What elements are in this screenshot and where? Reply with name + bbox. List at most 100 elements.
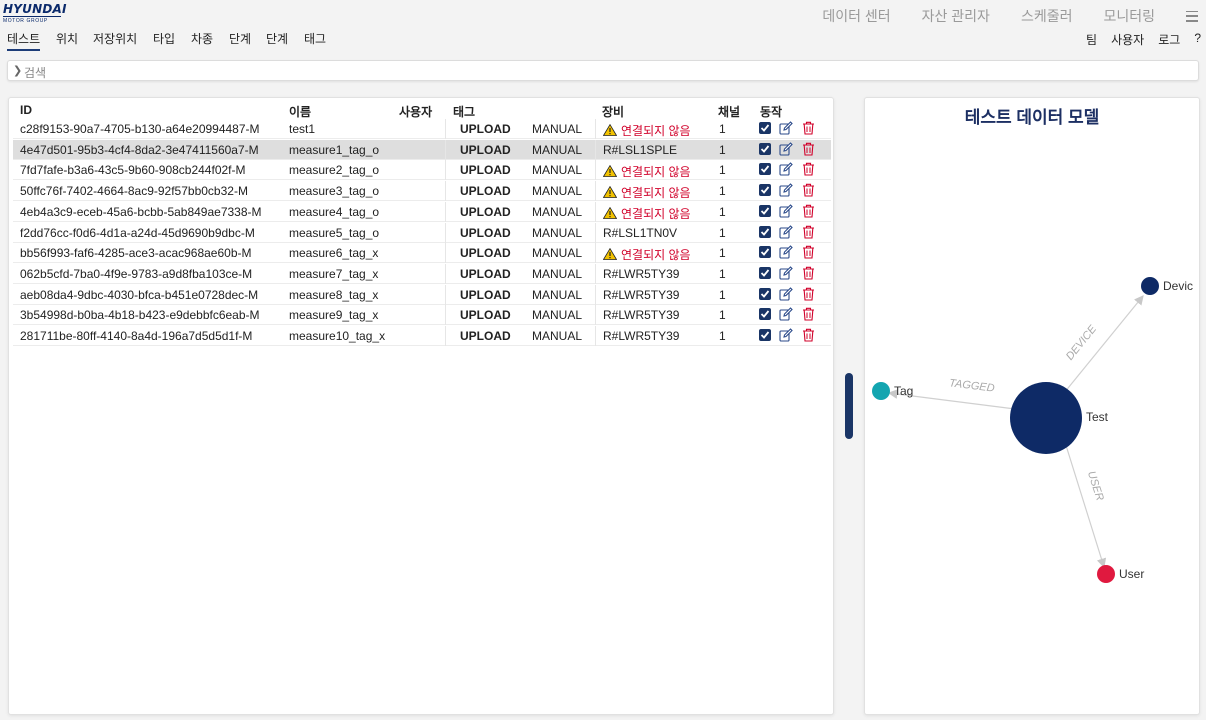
edit-icon[interactable] xyxy=(779,328,793,342)
node-test[interactable] xyxy=(1010,382,1082,454)
cell-device: R#LWR5TY39 xyxy=(603,308,680,323)
topnav-monitoring[interactable]: 모니터링 xyxy=(1103,6,1155,26)
col-header-device[interactable]: 장비 xyxy=(602,103,624,120)
edit-icon[interactable] xyxy=(779,141,793,156)
menu-icon[interactable] xyxy=(1186,10,1198,22)
edit-icon[interactable] xyxy=(779,266,793,280)
tab-storage[interactable]: 저장위치 xyxy=(93,31,137,51)
delete-icon[interactable] xyxy=(802,245,815,259)
topnav-scheduler[interactable]: 스케줄러 xyxy=(1021,6,1073,26)
table-row[interactable]: bb56f993-faf6-4285-ace3-acac968ae60b-M me… xyxy=(13,243,831,264)
cell-device: 연결되지 않음 xyxy=(603,184,691,201)
device-status-text: 연결되지 않음 xyxy=(621,186,691,201)
delete-icon[interactable] xyxy=(802,162,815,176)
table-row[interactable]: 4eb4a3c9-eceb-45a6-bcbb-5ab849ae7338-M me… xyxy=(13,201,831,222)
tab-type[interactable]: 타입 xyxy=(153,31,175,51)
tab-stage-1[interactable]: 단계 xyxy=(229,31,251,51)
hyundai-logo[interactable]: HYUNDAI MOTOR GROUP xyxy=(3,3,66,24)
tab-bar: 테스트 위치 저장위치 타입 차종 단계 단계 태그 xyxy=(0,31,1206,51)
table-row[interactable]: 281711be-80ff-4140-8a4d-196a7d5d5d1f-M me… xyxy=(13,326,831,346)
col-header-user[interactable]: 사용자 xyxy=(399,103,432,120)
tab-vehicle[interactable]: 차종 xyxy=(191,31,213,51)
edit-icon[interactable] xyxy=(779,183,793,197)
col-header-tag[interactable]: 태그 xyxy=(453,103,475,120)
cell-channel: 1 xyxy=(719,308,726,323)
column-divider xyxy=(595,222,596,243)
table-row[interactable]: c28f9153-90a7-4705-b130-a64e20994487-M te… xyxy=(13,119,831,139)
table-row[interactable]: 4e47d501-95b3-4cf4-8da2-3e47411560a7-M me… xyxy=(13,139,831,160)
col-header-action[interactable]: 동작 xyxy=(760,103,782,120)
row-checkbox[interactable] xyxy=(759,122,771,134)
row-checkbox[interactable] xyxy=(759,266,771,279)
node-label-device: Devic xyxy=(1163,279,1194,293)
row-checkbox[interactable] xyxy=(759,225,771,238)
edit-icon[interactable] xyxy=(779,286,793,301)
edit-icon[interactable] xyxy=(779,162,793,176)
edit-icon[interactable] xyxy=(779,245,793,259)
edit-icon[interactable] xyxy=(779,307,793,321)
cell-device: R#LSL1SPLE xyxy=(603,142,678,157)
row-checkbox[interactable] xyxy=(759,329,771,341)
delete-icon[interactable] xyxy=(802,307,815,321)
cell-mode: MANUAL xyxy=(532,287,583,302)
edit-icon[interactable] xyxy=(779,121,793,135)
row-checkbox[interactable] xyxy=(759,204,771,217)
column-divider xyxy=(445,263,446,284)
tab-tag[interactable]: 태그 xyxy=(304,31,326,51)
search-bar[interactable]: ❯ 검색 xyxy=(7,60,1199,81)
cell-name: measure10_tag_x xyxy=(289,329,386,343)
table-row[interactable]: 3b54998d-b0ba-4b18-b423-e9debbfc6eab-M me… xyxy=(13,305,831,326)
node-user[interactable] xyxy=(1097,565,1115,583)
topnav-asset-manager[interactable]: 자산 관리자 xyxy=(922,6,990,26)
delete-icon[interactable] xyxy=(802,225,815,239)
row-checkbox[interactable] xyxy=(759,308,771,321)
cell-channel: 1 xyxy=(719,225,726,240)
link-user[interactable]: 사용자 xyxy=(1111,31,1144,48)
col-header-name[interactable]: 이름 xyxy=(289,103,311,120)
node-tag[interactable] xyxy=(872,382,890,400)
topnav-data-center[interactable]: 데이터 센터 xyxy=(822,6,890,26)
edit-icon[interactable] xyxy=(779,204,793,218)
node-device[interactable] xyxy=(1141,277,1159,295)
column-divider xyxy=(445,222,446,243)
column-divider xyxy=(595,139,596,160)
cell-tag: UPLOAD xyxy=(460,122,511,136)
table-row[interactable]: 50ffc76f-7402-4664-8ac9-92f57bb0cb32-M me… xyxy=(13,181,831,202)
cell-id: 281711be-80ff-4140-8a4d-196a7d5d5d1f-M xyxy=(20,329,253,343)
col-header-id[interactable]: ID xyxy=(20,103,32,117)
device-status-text: 연결되지 않음 xyxy=(621,124,691,138)
delete-icon[interactable] xyxy=(802,287,815,301)
table-row[interactable]: 7fd7fafe-b3a6-43c5-9b60-908cb244f02f-M me… xyxy=(13,160,831,181)
delete-icon[interactable] xyxy=(802,328,815,342)
table-row[interactable]: f2dd76cc-f0d6-4d1a-a24d-45d9690b9dbc-M me… xyxy=(13,222,831,243)
tab-stage-2[interactable]: 단계 xyxy=(266,31,288,51)
cell-mode: MANUAL xyxy=(532,266,583,281)
delete-icon[interactable] xyxy=(802,121,815,135)
column-divider xyxy=(445,326,446,346)
help-link[interactable]: ? xyxy=(1194,31,1201,48)
node-label-test: Test xyxy=(1086,410,1109,424)
table-row[interactable]: 062b5cfd-7ba0-4f9e-9783-a9d8fba103ce-M me… xyxy=(13,263,831,284)
cell-id: c28f9153-90a7-4705-b130-a64e20994487-M xyxy=(20,122,260,136)
delete-icon[interactable] xyxy=(802,204,815,218)
row-checkbox[interactable] xyxy=(759,163,771,176)
row-checkbox[interactable] xyxy=(759,246,771,259)
col-header-channel[interactable]: 채널 xyxy=(718,103,740,120)
row-checkbox[interactable] xyxy=(759,184,771,197)
delete-icon[interactable] xyxy=(802,142,815,156)
table-row[interactable]: aeb08da4-9dbc-4030-bfca-b451e0728dec-M me… xyxy=(13,284,831,305)
cell-channel: 1 xyxy=(719,122,726,136)
row-checkbox[interactable] xyxy=(759,287,771,300)
delete-icon[interactable] xyxy=(802,266,815,280)
column-divider xyxy=(595,160,596,181)
link-log[interactable]: 로그 xyxy=(1158,31,1180,48)
edit-icon[interactable] xyxy=(779,224,793,239)
delete-icon[interactable] xyxy=(802,183,815,197)
cell-tag: UPLOAD xyxy=(460,266,511,281)
chevron-right-icon[interactable]: ❯ xyxy=(13,64,22,77)
row-checkbox[interactable] xyxy=(759,142,771,155)
tab-test[interactable]: 테스트 xyxy=(7,31,41,51)
tab-location[interactable]: 위치 xyxy=(56,31,78,51)
link-team[interactable]: 팀 xyxy=(1086,31,1097,48)
splitter-handle[interactable] xyxy=(845,373,853,439)
